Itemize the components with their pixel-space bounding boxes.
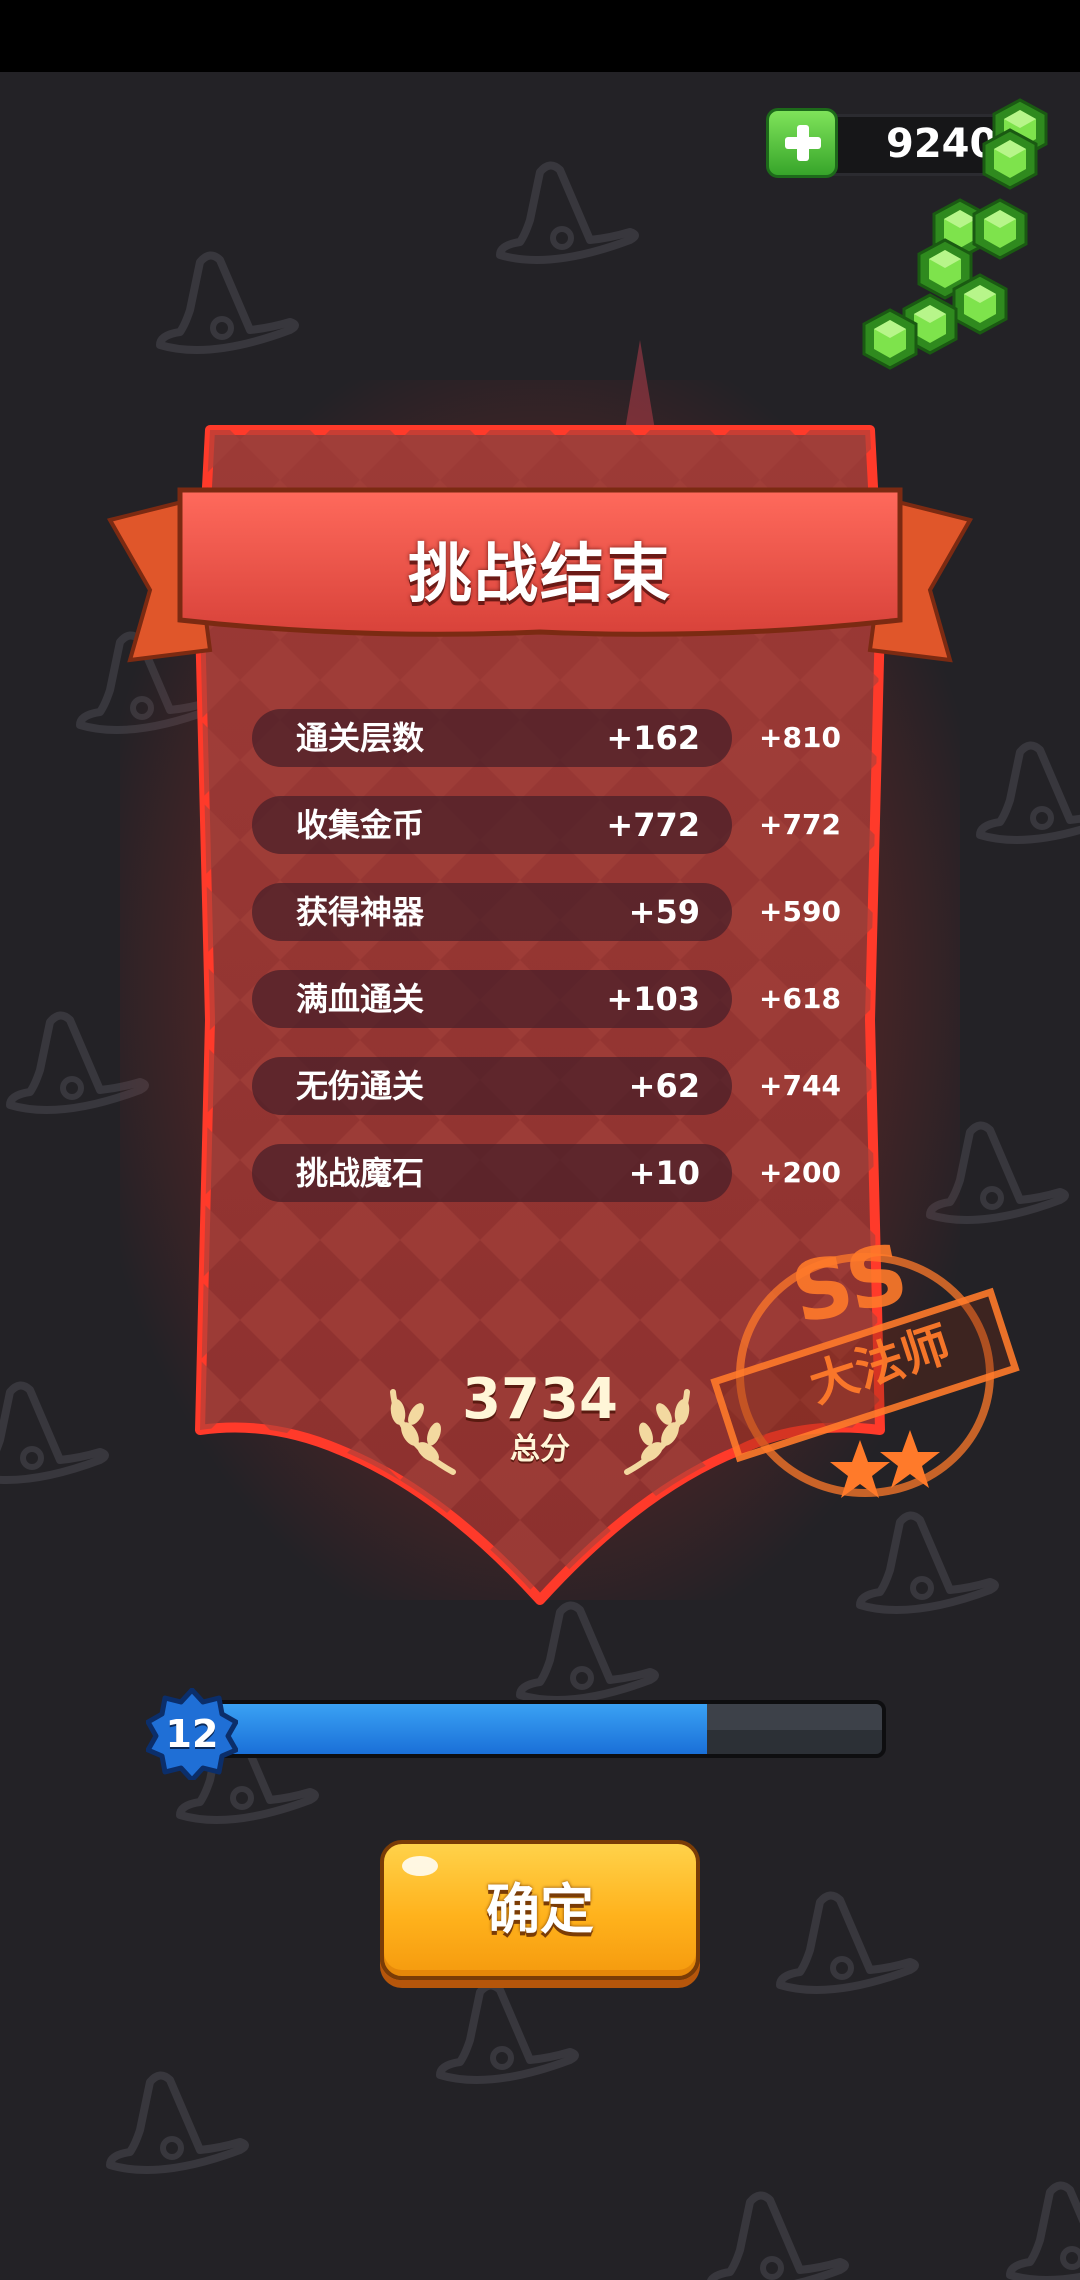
level-progress-track: [206, 1700, 886, 1758]
add-gems-button[interactable]: [766, 108, 838, 178]
stat-score: +200: [759, 1156, 841, 1189]
stat-count: +59: [628, 893, 700, 931]
stat-score: +772: [759, 808, 841, 841]
stat-row-artifacts: 获得神器 +59: [252, 883, 732, 941]
stat-label: 收集金币: [296, 806, 425, 844]
stat-label: 满血通关: [296, 980, 425, 1018]
panel-title: 挑战结束: [408, 538, 672, 612]
stat-row-no-damage: 无伤通关 +62: [252, 1057, 732, 1115]
stat-count: +103: [606, 980, 700, 1018]
stat-row-floors: 通关层数 +162: [252, 709, 732, 767]
stat-label: 无伤通关: [296, 1067, 425, 1105]
stat-count: +10: [628, 1154, 700, 1192]
stat-row-full-health: 满血通关 +103: [252, 970, 732, 1028]
stat-row-coins: 收集金币 +772: [252, 796, 732, 854]
stat-score: +744: [759, 1069, 841, 1102]
plus-icon: [785, 125, 821, 161]
stat-score: +810: [759, 721, 841, 754]
total-score-value: 3734: [462, 1367, 618, 1432]
total-score-label: 总分: [510, 1432, 570, 1467]
stat-count: +162: [606, 719, 700, 757]
level-progress: 12: [146, 1688, 896, 1780]
rank-stamp: SS 大法师: [700, 1226, 1030, 1510]
stat-label: 通关层数: [296, 719, 425, 757]
stat-score: +618: [759, 982, 841, 1015]
stat-label: 挑战魔石: [296, 1154, 425, 1192]
level-progress-fill: [210, 1704, 708, 1754]
stat-count: +62: [628, 1067, 700, 1105]
stat-count: +772: [606, 806, 700, 844]
stat-row-magic-stones: 挑战魔石 +10: [252, 1144, 732, 1202]
confirm-button[interactable]: 确定: [380, 1840, 700, 1980]
stat-label: 获得神器: [296, 893, 425, 931]
game-result-screen: 9240 挑战结束 通关层数 +162 +810 收集金币 +772 +772 …: [0, 0, 1080, 2280]
stat-score: +590: [759, 895, 841, 928]
confirm-button-label: 确定: [486, 1878, 594, 1941]
level-number: 12: [165, 1712, 219, 1756]
